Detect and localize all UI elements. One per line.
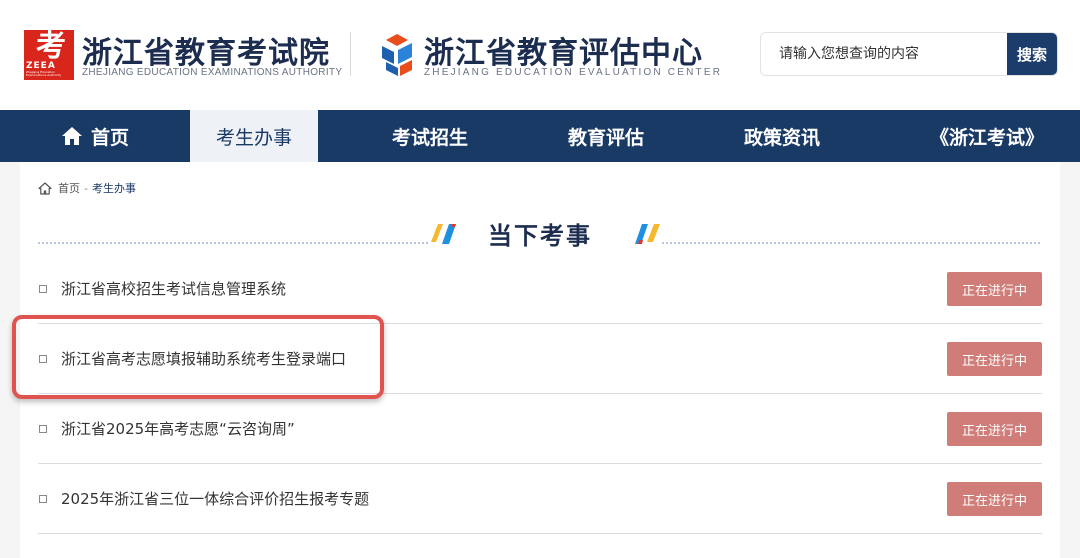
nav-item-home[interactable]: 首页 xyxy=(0,110,190,162)
header-divider xyxy=(350,32,351,76)
nav-item-label: 教育评估 xyxy=(567,126,644,149)
list-item[interactable]: 浙江省2025年高考志愿“云咨询周” 正在进行中 xyxy=(38,394,1042,464)
nav-item-label: 政策资讯 xyxy=(743,126,820,149)
section-title: 当下考事 xyxy=(488,221,592,250)
nav-item-policy-news[interactable]: 政策资讯 xyxy=(670,110,894,162)
section-header: 当下考事 xyxy=(38,212,1042,252)
nav-item-label: 首页 xyxy=(90,126,129,149)
square-bullet-icon xyxy=(39,284,47,293)
zeea-logo[interactable]: 考 ZEEA Zhejiang Education Examinations A… xyxy=(24,30,74,80)
status-badge[interactable]: 正在进行中 xyxy=(947,412,1042,446)
home-icon xyxy=(61,127,82,145)
zeea-logo-caption: Zhejiang Education Examinations Authorit… xyxy=(26,70,62,77)
square-bullet-icon xyxy=(39,424,47,433)
slash-decoration-icon xyxy=(635,224,660,244)
zeea-logo-mark: 考 ZEEA Zhejiang Education Examinations A… xyxy=(24,30,74,80)
search-input[interactable] xyxy=(761,33,1009,75)
org1-title[interactable]: 浙江省教育考试院 xyxy=(82,28,330,72)
home-outline-icon xyxy=(38,181,52,195)
square-bullet-icon xyxy=(39,494,47,503)
status-badge[interactable]: 正在进行中 xyxy=(947,342,1042,376)
zeea-logo-glyph: 考 xyxy=(36,29,66,64)
nav-item-label: 考试招生 xyxy=(391,126,468,149)
list-item-link[interactable]: 浙江省高校招生考试信息管理系统 xyxy=(61,278,286,299)
breadcrumb-separator: - xyxy=(84,181,88,195)
breadcrumb-home-link[interactable]: 首页 xyxy=(58,180,80,196)
breadcrumb-current[interactable]: 考生办事 xyxy=(92,180,136,196)
main-nav: 首页 考生办事 考试招生 教育评估 政策资讯 《浙江考试》 xyxy=(0,110,1080,162)
site-header: 考 ZEEA Zhejiang Education Examinations A… xyxy=(0,0,1080,110)
evaluation-center-logo[interactable] xyxy=(378,32,416,78)
list-item-link[interactable]: 2025年浙江省三位一体综合评价招生报考专题 xyxy=(61,488,369,509)
status-badge[interactable]: 正在进行中 xyxy=(947,482,1042,516)
nav-item-education-evaluation[interactable]: 教育评估 xyxy=(542,110,670,162)
org2-title[interactable]: 浙江省教育评估中心 xyxy=(424,28,703,72)
nav-item-candidate-services[interactable]: 考生办事 xyxy=(190,110,318,162)
nav-item-zhejiang-exam-journal[interactable]: 《浙江考试》 xyxy=(894,110,1080,162)
list-item[interactable]: 浙江省高校招生考试信息管理系统 正在进行中 xyxy=(38,254,1042,324)
search-box: 搜索 xyxy=(760,32,1058,76)
search-button[interactable]: 搜索 xyxy=(1007,33,1057,75)
nav-item-label: 考生办事 xyxy=(215,126,292,149)
breadcrumb: 首页 - 考生办事 xyxy=(38,180,136,196)
list-item[interactable]: 2025年浙江省三位一体综合评价招生报考专题 正在进行中 xyxy=(38,464,1042,534)
nav-item-label: 《浙江考试》 xyxy=(929,126,1044,149)
list-item-link[interactable]: 浙江省2025年高考志愿“云咨询周” xyxy=(61,418,295,439)
nav-item-exam-enrollment[interactable]: 考试招生 xyxy=(318,110,542,162)
highlight-annotation-box xyxy=(12,315,384,399)
org1-subtitle: ZHEJIANG EDUCATION EXAMINATIONS AUTHORIT… xyxy=(82,67,343,78)
org2-subtitle: ZHEJIANG EDUCATION EVALUATION CENTER xyxy=(424,67,723,78)
status-badge[interactable]: 正在进行中 xyxy=(947,272,1042,306)
